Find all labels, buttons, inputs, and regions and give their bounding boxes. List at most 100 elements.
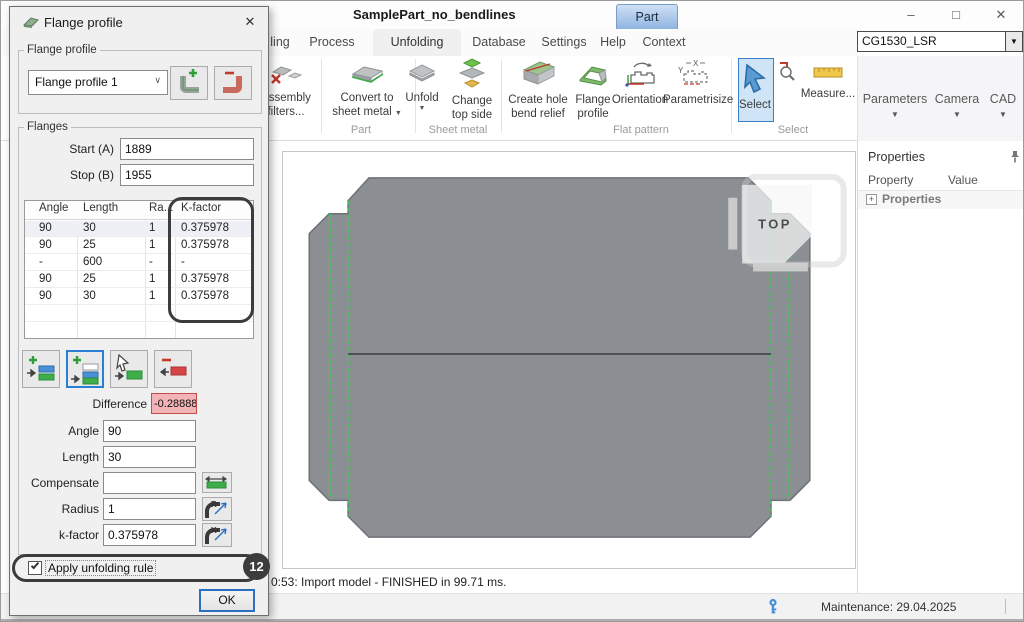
ok-button[interactable]: OK — [199, 589, 255, 612]
difference-value: -0.28888 — [151, 393, 197, 414]
create-hole-bend-relief-button[interactable]: Create hole bend relief — [503, 58, 573, 121]
ribbon-group-part: Part — [331, 124, 391, 136]
annotation-step-badge: 12 — [243, 553, 270, 580]
measure-ruler-icon — [811, 64, 845, 87]
parametrisize-button[interactable]: XY Parametrisize — [663, 58, 727, 107]
model-viewport[interactable]: TOP — [282, 151, 856, 569]
orientation-icon — [621, 58, 659, 93]
parametrisize-icon: XY — [676, 58, 714, 93]
insert-row-below-button[interactable] — [66, 350, 104, 388]
length-input[interactable] — [103, 446, 196, 468]
machine-combobox[interactable]: CG1530_LSR ▼ — [857, 31, 1023, 52]
flat-pattern-drawing: TOP — [283, 152, 855, 568]
chevron-down-icon[interactable]: ▼ — [1005, 32, 1022, 51]
chevron-down-icon: ▼ — [862, 110, 928, 119]
svg-text:Y: Y — [678, 66, 684, 75]
chevron-down-icon: ▼ — [932, 110, 982, 119]
menu-tab-unfolding[interactable]: Unfolding — [373, 29, 461, 56]
angle-input[interactable] — [103, 420, 196, 442]
property-column-header[interactable]: Property — [868, 173, 913, 187]
assembly-filters-icon — [269, 60, 303, 91]
pin-icon[interactable] — [1010, 150, 1020, 168]
svg-text:X: X — [693, 59, 699, 68]
ribbon-separator — [321, 59, 322, 133]
measure-button[interactable]: Measure... — [799, 64, 857, 101]
camera-menu[interactable]: Camera ▼ — [932, 92, 982, 119]
tab-part[interactable]: Part — [616, 4, 678, 29]
expand-icon[interactable]: + — [866, 194, 877, 205]
ribbon-separator — [501, 59, 502, 133]
chevron-down-icon: ▼ — [399, 105, 445, 113]
minimize-button[interactable]: – — [896, 5, 926, 25]
change-top-side-icon — [454, 57, 490, 94]
kfactor-from-table-button[interactable]: K — [202, 523, 232, 547]
change-top-label-1: Change — [445, 94, 499, 108]
compensate-input[interactable] — [103, 472, 196, 494]
flange-dialog-icon — [22, 15, 40, 35]
right-menu-panel: Parameters ▼ Camera ▼ CAD ▼ — [857, 56, 1024, 141]
menu-tab-settings[interactable]: Settings — [537, 29, 591, 56]
menu-tab-context[interactable]: Context — [637, 29, 691, 56]
apply-unfolding-rule-label[interactable]: Apply unfolding rule — [46, 561, 155, 575]
maximize-button[interactable]: □ — [941, 5, 971, 25]
app-window: SamplePart_no_bendlines Part – □ ✕ ling … — [0, 0, 1024, 622]
radius-from-table-button[interactable]: R — [202, 497, 232, 521]
profile-combobox[interactable]: Flange profile 1 ∨ — [28, 70, 168, 95]
license-key-icon — [767, 598, 779, 620]
radius-label: Radius — [30, 502, 99, 516]
select-button[interactable]: Select — [738, 58, 774, 122]
checkmark-icon — [31, 561, 39, 570]
properties-tree-row[interactable]: + Properties — [858, 191, 1024, 209]
compensate-label: Compensate — [18, 476, 99, 490]
difference-label: Difference — [67, 397, 147, 411]
remove-profile-button[interactable] — [214, 66, 252, 100]
close-button[interactable]: ✕ — [986, 5, 1016, 25]
chevron-down-icon: ▼ — [984, 110, 1022, 119]
convert-to-sheet-metal-icon — [347, 60, 387, 91]
dialog-close-icon[interactable]: ✕ — [240, 12, 260, 32]
kfactor-label: k-factor — [30, 528, 99, 542]
delete-row-button[interactable] — [154, 350, 192, 388]
value-column-header[interactable]: Value — [948, 173, 978, 187]
table-row-empty — [25, 323, 253, 338]
convert-to-sheet-metal-button[interactable]: Convert to sheet metal ▼ — [323, 60, 411, 119]
flange-profile-icon — [576, 58, 610, 93]
profile-combobox-value: Flange profile 1 — [35, 75, 118, 89]
compensate-measure-button[interactable] — [202, 472, 232, 493]
kfactor-annotation-outline — [168, 197, 254, 323]
ribbon-group-sheet-metal: Sheet metal — [419, 124, 497, 136]
radius-input[interactable] — [103, 498, 196, 520]
stop-input[interactable] — [120, 164, 254, 186]
add-profile-button[interactable] — [170, 66, 208, 100]
cad-menu[interactable]: CAD ▼ — [984, 92, 1022, 119]
svg-text:K: K — [211, 526, 217, 535]
svg-text:R: R — [211, 500, 217, 509]
flange-profile-label-1: Flange — [573, 93, 613, 107]
log-message: 0:53: Import model - FINISHED in 99.71 m… — [271, 575, 506, 589]
flange-profile-button[interactable]: Flange profile — [573, 58, 613, 121]
insert-row-above-button[interactable] — [22, 350, 60, 388]
orientation-widget-bottom-bar — [753, 262, 808, 271]
col-angle: Angle — [39, 202, 68, 214]
convert-label-2: sheet metal ▼ — [323, 105, 411, 119]
menu-tab-process[interactable]: Process — [303, 29, 361, 56]
select-row-button[interactable] — [110, 350, 148, 388]
parameters-menu[interactable]: Parameters ▼ — [862, 92, 928, 119]
menu-tab-help[interactable]: Help — [595, 29, 631, 56]
ribbon-group-flat-pattern: Flat pattern — [601, 124, 681, 136]
orientation-label: Orientation — [611, 93, 669, 107]
apply-unfolding-rule-checkbox[interactable] — [28, 561, 42, 575]
properties-tree-label: Properties — [882, 192, 941, 206]
convert-label-1: Convert to — [323, 91, 411, 105]
kfactor-input[interactable] — [103, 524, 196, 546]
change-top-side-button[interactable]: Change top side — [445, 57, 499, 122]
create-hole-bend-relief-icon — [518, 58, 558, 93]
start-input[interactable] — [120, 138, 254, 160]
col-length: Length — [83, 202, 118, 214]
orientation-button[interactable]: Orientation — [611, 58, 669, 107]
select-cursor-icon — [739, 63, 767, 98]
menu-tab-database[interactable]: Database — [467, 29, 531, 56]
zoom-select-icon[interactable] — [777, 61, 797, 86]
unfold-button[interactable]: Unfold ▼ — [399, 60, 445, 113]
status-separator — [1005, 599, 1006, 614]
